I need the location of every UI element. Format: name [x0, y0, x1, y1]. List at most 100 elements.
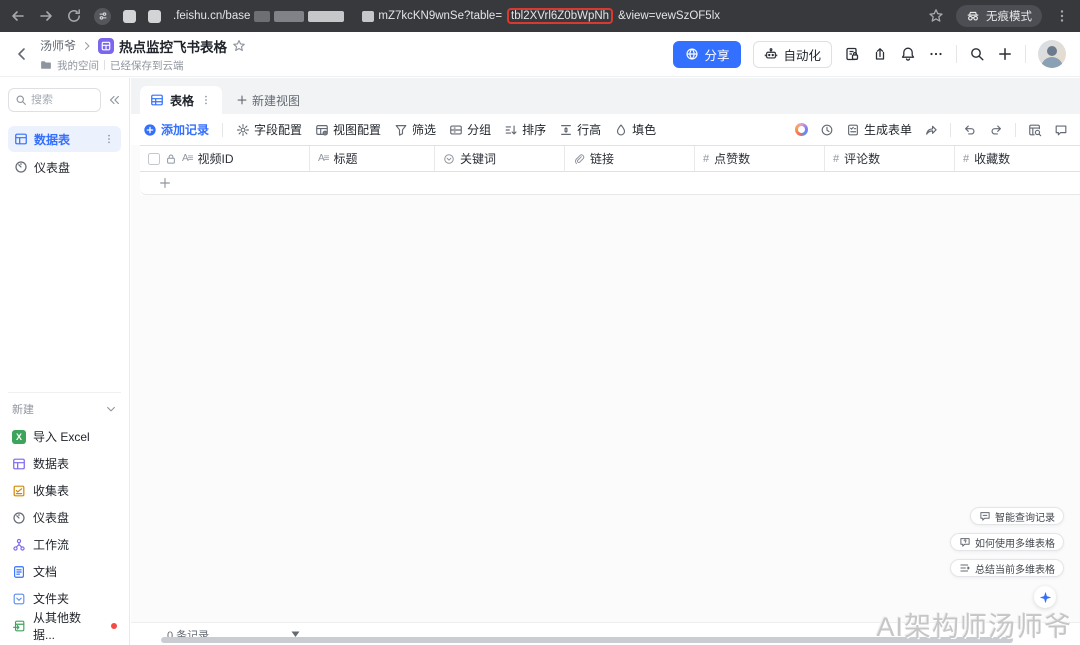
share-button[interactable]: 分享 [673, 41, 741, 68]
create-item-workflow[interactable]: 工作流 [8, 531, 121, 558]
create-item-label: 仪表盘 [33, 509, 69, 526]
group-button[interactable]: 分组 [449, 121, 491, 138]
sort-label: 排序 [522, 121, 546, 138]
share-forward-icon[interactable] [924, 123, 938, 137]
column-label: 关键词 [460, 150, 496, 167]
excel-icon: X [12, 430, 26, 444]
suggestion-summarize[interactable]: 总结当前多维表格 [950, 559, 1064, 577]
sidebar-item-label: 数据表 [34, 131, 70, 148]
divider [222, 123, 223, 137]
redacted-url-segment [308, 11, 344, 22]
fill-color-button[interactable]: 填色 [614, 121, 656, 138]
browser-toolbar: .feishu.cn/base mZ7kcKN9wnSe?table= tbl2… [0, 0, 1080, 32]
column-header-comments[interactable]: # 评论数 [825, 146, 955, 171]
search-icon[interactable] [969, 46, 985, 62]
permissions-icon[interactable] [844, 46, 860, 62]
column-header-keyword[interactable]: 关键词 [435, 146, 565, 171]
number-field-icon: # [833, 153, 839, 165]
automation-button[interactable]: 自动化 [753, 41, 832, 68]
create-item-import-excel[interactable]: X 导入 Excel [8, 423, 121, 450]
bitable-doc-icon [98, 38, 114, 54]
space-label[interactable]: 我的空间 [57, 58, 99, 73]
watermark: AI架构师汤师爷 [876, 605, 1072, 644]
collapse-sidebar-icon[interactable] [107, 93, 121, 107]
filter-button[interactable]: 筛选 [394, 121, 436, 138]
sidebar-item-label: 仪表盘 [34, 159, 70, 176]
column-label: 标题 [334, 150, 358, 167]
url-prefix: .feishu.cn/base [173, 10, 250, 22]
sort-button[interactable]: 排序 [504, 121, 546, 138]
create-item-from-other-data[interactable]: 从其他数据... [8, 612, 121, 639]
view-config-icon [315, 123, 329, 137]
browser-forward-button[interactable] [38, 8, 54, 24]
group-label: 分组 [467, 121, 491, 138]
suggestion-how-to-use[interactable]: 如何使用多维表格 [950, 533, 1064, 551]
sidebar-item-dashboard[interactable]: 仪表盘 [8, 154, 121, 180]
row-height-button[interactable]: 行高 [559, 121, 601, 138]
add-new-icon[interactable] [997, 46, 1013, 62]
view-config-button[interactable]: 视图配置 [315, 121, 381, 138]
undo-icon[interactable] [963, 123, 977, 137]
browser-refresh-button[interactable] [66, 8, 82, 24]
app-header: 汤师爷 热点监控飞书表格 我的空间 已经保存到云端 分享 自动化 [0, 32, 1080, 77]
create-item-form[interactable]: 收集表 [8, 477, 121, 504]
toolbar: 添加记录 字段配置 视图配置 筛选 分组 排序 行高 填色 [131, 114, 1080, 145]
number-field-icon: # [963, 153, 969, 165]
table-icon [12, 457, 26, 471]
sort-icon [504, 123, 518, 137]
redo-icon[interactable] [989, 123, 1003, 137]
select-all-checkbox[interactable] [148, 153, 160, 165]
back-button[interactable] [14, 46, 30, 62]
add-record-button[interactable]: 添加记录 [143, 121, 209, 138]
sidebar: 数据表 仪表盘 新建 X 导入 Excel 数据表 收集表 仪表盘 [0, 78, 130, 645]
notifications-bell-icon[interactable] [900, 46, 916, 62]
column-header-likes[interactable]: # 点赞数 [695, 146, 825, 171]
generate-form-button[interactable]: 生成表单 [846, 121, 912, 138]
sidebar-search[interactable] [8, 88, 101, 112]
create-item-datasheet[interactable]: 数据表 [8, 450, 121, 477]
column-header-favorites[interactable]: # 收藏数 [955, 146, 1080, 171]
new-view-button[interactable]: 新建视图 [222, 86, 314, 114]
lock-icon [165, 153, 177, 165]
view-config-label: 视图配置 [333, 121, 381, 138]
user-avatar[interactable] [1038, 40, 1066, 68]
create-item-dashboard[interactable]: 仪表盘 [8, 504, 121, 531]
field-config-button[interactable]: 字段配置 [236, 121, 302, 138]
create-item-label: 导入 Excel [33, 428, 90, 445]
create-item-label: 工作流 [33, 536, 69, 553]
item-menu-icon[interactable] [103, 133, 115, 145]
bookmark-star-icon[interactable] [928, 8, 944, 24]
create-item-label: 文件夹 [33, 590, 69, 607]
browser-menu-icon[interactable] [1054, 8, 1070, 24]
column-label: 视频ID [198, 150, 234, 167]
generate-form-label: 生成表单 [864, 121, 912, 138]
favorite-star-icon[interactable] [232, 39, 246, 53]
suggestion-smart-query[interactable]: 智能查询记录 [970, 507, 1064, 525]
create-item-document[interactable]: 文档 [8, 558, 121, 585]
site-settings-icon[interactable] [94, 8, 111, 25]
address-bar[interactable]: .feishu.cn/base mZ7kcKN9wnSe?table= tbl2… [173, 8, 916, 24]
tab-grid-view[interactable]: 表格 [140, 86, 222, 114]
column-header-link[interactable]: 链接 [565, 146, 695, 171]
url-table-id-highlighted: tbl2XVrl6Z0bWpNh [507, 8, 613, 24]
sidebar-search-input[interactable] [31, 94, 89, 106]
incognito-label: 无痕模式 [986, 8, 1032, 24]
breadcrumb-root[interactable]: 汤师爷 [40, 37, 76, 54]
gear-icon [236, 123, 250, 137]
history-icon[interactable] [820, 123, 834, 137]
create-section: 新建 X 导入 Excel 数据表 收集表 仪表盘 工作流 文档 [8, 392, 121, 639]
column-header-video-id[interactable]: A≡ 视频ID [140, 146, 310, 171]
ai-shortcut-icon[interactable] [795, 123, 808, 136]
sidebar-item-datasheet[interactable]: 数据表 [8, 126, 121, 152]
more-options-icon[interactable] [928, 46, 944, 62]
browser-back-button[interactable] [10, 8, 26, 24]
comment-icon[interactable] [1054, 123, 1068, 137]
dashboard-icon [14, 160, 28, 174]
column-header-title[interactable]: A≡ 标题 [310, 146, 435, 171]
search-records-icon[interactable] [1028, 123, 1042, 137]
chevron-down-icon[interactable] [105, 403, 117, 415]
tab-menu-icon[interactable] [200, 94, 212, 106]
row-height-label: 行高 [577, 121, 601, 138]
widgets-icon[interactable] [872, 46, 888, 62]
add-row-button[interactable] [140, 172, 1080, 195]
